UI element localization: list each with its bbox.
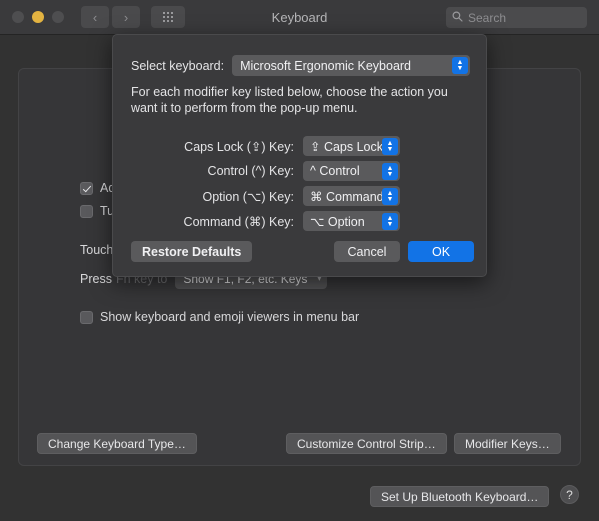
- modifier-keys-label: Modifier Keys…: [465, 436, 550, 451]
- change-keyboard-type-button[interactable]: Change Keyboard Type…: [37, 433, 197, 454]
- select-keyboard-value: Microsoft Ergonomic Keyboard: [240, 58, 412, 73]
- restore-defaults-button[interactable]: Restore Defaults: [131, 241, 253, 262]
- chevron-down-icon: ▼: [386, 145, 394, 153]
- modifier-popup[interactable]: ⇪ Caps Lock ▲ ▼: [303, 136, 400, 156]
- change-keyboard-type-label: Change Keyboard Type…: [48, 436, 186, 451]
- modifier-row-caps-lock: Caps Lock (⇪) Key: ⇪ Caps Lock ▲ ▼: [131, 136, 470, 156]
- traffic-lights: [12, 11, 64, 23]
- modifier-label: Command (⌘) Key:: [183, 214, 294, 229]
- press-fn-label: Press: [80, 272, 112, 286]
- stepper-icon[interactable]: ▲ ▼: [452, 57, 468, 74]
- checkbox-show-keyboard-emoji-viewers[interactable]: Show keyboard and emoji viewers in menu …: [80, 310, 359, 324]
- stepper-icon[interactable]: ▲ ▼: [382, 163, 398, 180]
- search-placeholder: Search: [468, 10, 507, 25]
- ok-label: OK: [431, 244, 451, 259]
- help-button[interactable]: ?: [560, 485, 579, 504]
- checkbox-box[interactable]: [80, 204, 93, 218]
- search-icon: [452, 9, 463, 27]
- chevron-down-icon: ▼: [386, 170, 394, 178]
- modifier-popup[interactable]: ⌘ Command ▲ ▼: [303, 186, 400, 206]
- forward-button[interactable]: ›: [112, 6, 140, 28]
- modifier-row-control: Control (^) Key: ^ Control ▲ ▼: [131, 161, 470, 181]
- grid-icon: [163, 12, 173, 22]
- chevron-down-icon: ▼: [456, 64, 464, 72]
- checkbox-box[interactable]: [80, 181, 93, 195]
- chevron-down-icon: ▼: [386, 195, 394, 203]
- search-input[interactable]: Search: [446, 7, 587, 28]
- restore-defaults-label: Restore Defaults: [142, 244, 242, 259]
- checkbox-box[interactable]: [80, 310, 93, 324]
- touch-bar-text: Touch: [80, 243, 114, 257]
- modifier-value: ^ Control: [310, 164, 360, 178]
- dialog-description: For each modifier key listed below, choo…: [131, 85, 448, 115]
- window-titlebar: ‹ › Keyboard Search: [0, 0, 599, 35]
- stepper-icon[interactable]: ▲ ▼: [382, 213, 398, 230]
- chevron-down-icon: ▼: [386, 220, 394, 228]
- set-up-bluetooth-keyboard-button[interactable]: Set Up Bluetooth Keyboard…: [370, 486, 550, 507]
- select-keyboard-row: Select keyboard: Microsoft Ergonomic Key…: [131, 55, 470, 76]
- modifier-keys-button[interactable]: Modifier Keys…: [454, 433, 561, 454]
- back-button[interactable]: ‹: [81, 6, 109, 28]
- cancel-label: Cancel: [347, 244, 387, 259]
- show-all-button[interactable]: [151, 6, 185, 28]
- keyboard-preferences-window: ‹ › Keyboard Search Adj Tur Touch Press …: [0, 0, 599, 521]
- modifier-row-command: Command (⌘) Key: ⌥ Option ▲ ▼: [131, 211, 470, 231]
- checkbox-label: Show keyboard and emoji viewers in menu …: [100, 310, 360, 324]
- chevron-left-icon: ‹: [92, 9, 98, 25]
- touch-bar-label: Touch: [80, 243, 113, 257]
- modifier-label: Caps Lock (⇪) Key:: [184, 139, 294, 154]
- customize-control-strip-label: Customize Control Strip…: [297, 436, 436, 451]
- stepper-icon[interactable]: ▲ ▼: [382, 188, 398, 205]
- set-up-bluetooth-keyboard-label: Set Up Bluetooth Keyboard…: [381, 489, 539, 504]
- customize-control-strip-button[interactable]: Customize Control Strip…: [286, 433, 447, 454]
- close-button[interactable]: [12, 11, 24, 23]
- stepper-icon[interactable]: ▲ ▼: [382, 138, 398, 155]
- modifier-label: Control (^) Key:: [207, 164, 294, 178]
- modifier-keys-dialog: Select keyboard: Microsoft Ergonomic Key…: [112, 34, 487, 277]
- minimize-button[interactable]: [32, 11, 44, 23]
- navigation-buttons: ‹ ›: [81, 6, 140, 28]
- select-keyboard-label: Select keyboard:: [131, 58, 225, 73]
- zoom-button[interactable]: [52, 11, 64, 23]
- modifier-popup[interactable]: ^ Control ▲ ▼: [303, 161, 400, 181]
- question-mark-icon: ?: [566, 487, 573, 502]
- ok-button[interactable]: OK: [408, 241, 474, 262]
- chevron-right-icon: ›: [123, 9, 129, 25]
- modifier-label: Option (⌥) Key:: [202, 189, 294, 204]
- cancel-button[interactable]: Cancel: [334, 241, 400, 262]
- select-keyboard-popup[interactable]: Microsoft Ergonomic Keyboard ▲ ▼: [232, 55, 470, 76]
- modifier-popup[interactable]: ⌥ Option ▲ ▼: [303, 211, 400, 231]
- modifier-row-option: Option (⌥) Key: ⌘ Command ▲ ▼: [131, 186, 470, 206]
- modifier-value: ⌥ Option: [310, 214, 365, 229]
